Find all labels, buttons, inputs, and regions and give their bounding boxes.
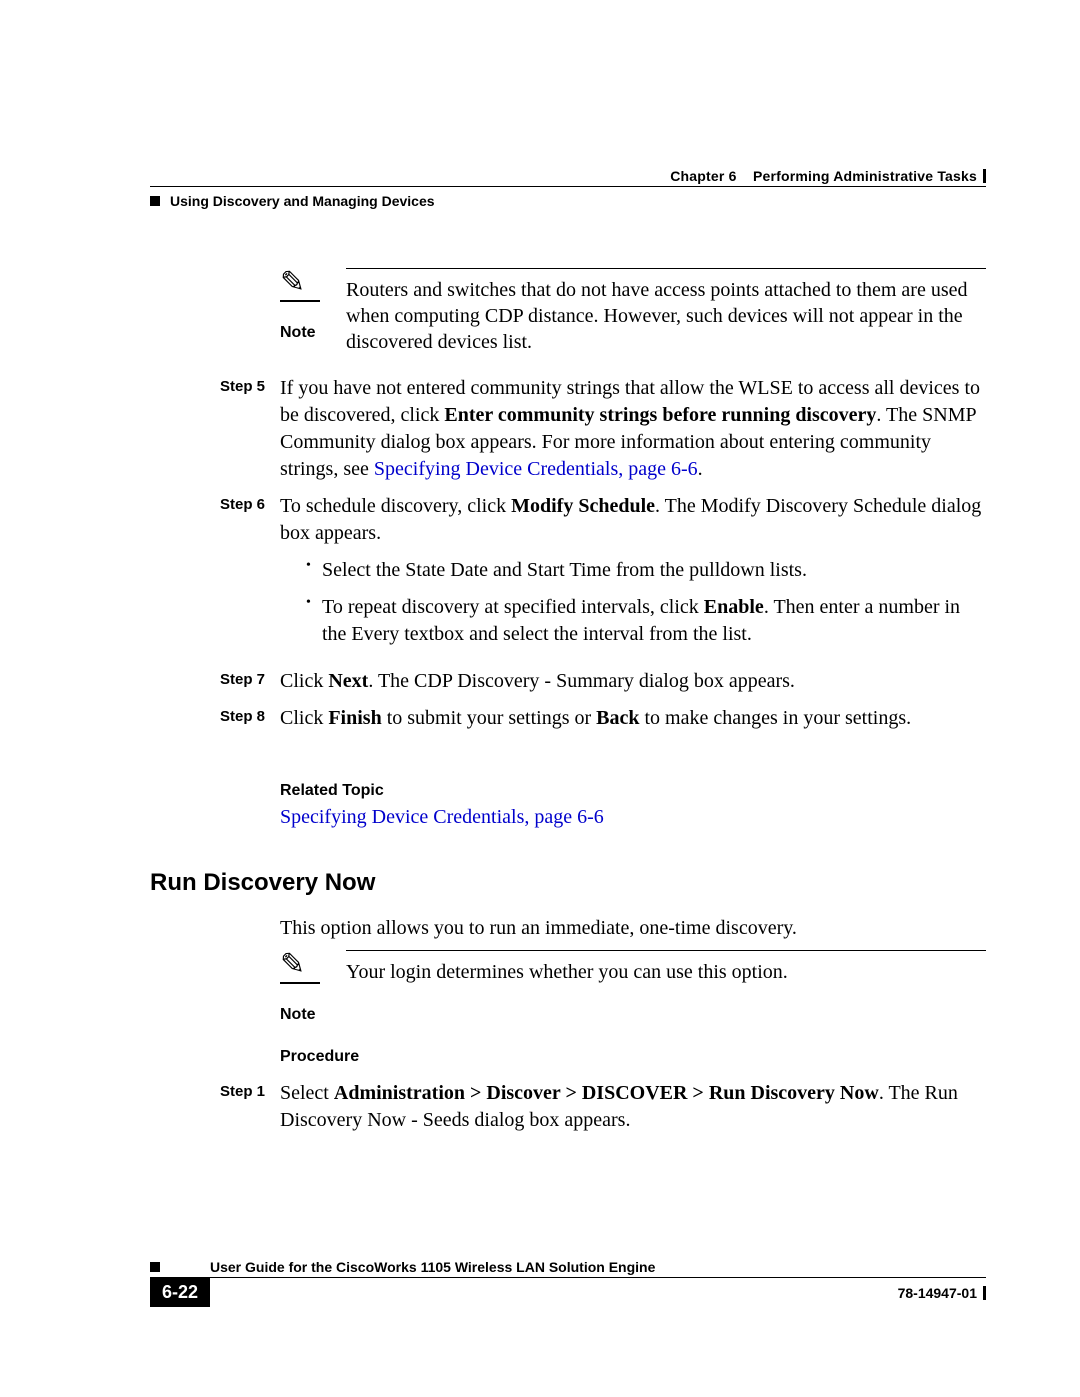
note-body: Routers and switches that do not have ac… bbox=[346, 268, 986, 355]
step-body: Select Administration > Discover > DISCO… bbox=[280, 1080, 986, 1134]
text-span: Click bbox=[280, 670, 328, 692]
text-span: . bbox=[698, 458, 703, 480]
bold-span: Finish bbox=[328, 707, 381, 729]
footer-guide-row: User Guide for the CiscoWorks 1105 Wirel… bbox=[150, 1259, 986, 1278]
text-span: Click bbox=[280, 707, 328, 729]
step-label: Step 7 bbox=[220, 668, 280, 695]
section-line: Using Discovery and Managing Devices bbox=[150, 193, 986, 209]
bold-span: Modify Schedule bbox=[511, 495, 655, 517]
content-area: ✎ Note Routers and switches that do not … bbox=[150, 268, 986, 1134]
section-title: Using Discovery and Managing Devices bbox=[170, 193, 435, 209]
step-body: To schedule discovery, click Modify Sche… bbox=[280, 493, 986, 658]
step-body: If you have not entered community string… bbox=[280, 375, 986, 483]
footer-bottom-row: 6-22 78-14947-01 bbox=[150, 1278, 986, 1307]
doc-id: 78-14947-01 bbox=[898, 1285, 977, 1301]
text-span: Select bbox=[280, 1082, 334, 1104]
chapter-label: Chapter 6 bbox=[670, 168, 736, 184]
pencil-icon: ✎ bbox=[280, 950, 305, 980]
page-footer: User Guide for the CiscoWorks 1105 Wirel… bbox=[150, 1259, 986, 1307]
section-heading: Run Discovery Now bbox=[150, 869, 986, 897]
related-topic-heading: Related Topic bbox=[280, 782, 986, 800]
note-label: Note bbox=[280, 324, 338, 342]
chapter-title: Performing Administrative Tasks bbox=[753, 168, 977, 184]
note-block: ✎ Note Your login determines whether you… bbox=[280, 950, 986, 1024]
bold-span: Next bbox=[328, 670, 368, 692]
list-item: Select the State Date and Start Time fro… bbox=[306, 557, 986, 584]
step-label: Step 8 bbox=[220, 705, 280, 732]
note-label: Note bbox=[280, 1006, 338, 1024]
header-rule bbox=[150, 186, 986, 187]
note-block: ✎ Note Routers and switches that do not … bbox=[280, 268, 986, 355]
note-icon-col: ✎ Note bbox=[280, 268, 338, 355]
page: Chapter 6 Performing Administrative Task… bbox=[0, 0, 1080, 1397]
footer-separator-icon bbox=[983, 1286, 986, 1300]
text-span: To repeat discovery at specified interva… bbox=[322, 596, 704, 618]
icon-underline bbox=[280, 982, 320, 984]
bold-span: Enter community strings before running d… bbox=[444, 404, 876, 426]
note-body: Your login determines whether you can us… bbox=[346, 950, 986, 1024]
list-item: To repeat discovery at specified interva… bbox=[306, 594, 986, 648]
cross-ref-link[interactable]: Specifying Device Credentials, page 6-6 bbox=[374, 458, 698, 480]
step-row: Step 5 If you have not entered community… bbox=[220, 375, 986, 483]
bullet-list: Select the State Date and Start Time fro… bbox=[306, 557, 986, 648]
step-body: Click Next. The CDP Discovery - Summary … bbox=[280, 668, 986, 695]
procedure-heading: Procedure bbox=[280, 1048, 986, 1066]
bold-span: Back bbox=[596, 707, 639, 729]
page-number-badge: 6-22 bbox=[150, 1278, 210, 1307]
step-label: Step 1 bbox=[220, 1080, 280, 1134]
text-span: To schedule discovery, click bbox=[280, 495, 511, 517]
square-bullet-icon bbox=[150, 1262, 160, 1272]
step-row: Step 6 To schedule discovery, click Modi… bbox=[220, 493, 986, 658]
running-header: Chapter 6 Performing Administrative Task… bbox=[150, 168, 986, 208]
step-row: Step 8 Click Finish to submit your setti… bbox=[220, 705, 986, 732]
step-label: Step 6 bbox=[220, 493, 280, 658]
step-label: Step 5 bbox=[220, 375, 280, 483]
bold-span: Enable bbox=[704, 596, 764, 618]
related-topic-link[interactable]: Specifying Device Credentials, page 6-6 bbox=[280, 806, 986, 829]
icon-underline bbox=[280, 300, 320, 302]
text-span: . The CDP Discovery - Summary dialog box… bbox=[368, 670, 795, 692]
square-bullet-icon bbox=[150, 196, 160, 206]
step-row: Step 1 Select Administration > Discover … bbox=[220, 1080, 986, 1134]
text-span: to make changes in your settings. bbox=[640, 707, 912, 729]
step-row: Step 7 Click Next. The CDP Discovery - S… bbox=[220, 668, 986, 695]
note-icon-col: ✎ Note bbox=[280, 950, 338, 1024]
bold-span: Administration > Discover > DISCOVER > R… bbox=[334, 1082, 879, 1104]
pencil-icon: ✎ bbox=[280, 268, 305, 298]
chapter-line: Chapter 6 Performing Administrative Task… bbox=[150, 168, 986, 184]
guide-title: User Guide for the CiscoWorks 1105 Wirel… bbox=[210, 1259, 655, 1275]
text-span: to submit your settings or bbox=[382, 707, 596, 729]
step-body: Click Finish to submit your settings or … bbox=[280, 705, 986, 732]
header-separator-icon bbox=[983, 169, 986, 183]
intro-paragraph: This option allows you to run an immedia… bbox=[280, 915, 986, 942]
